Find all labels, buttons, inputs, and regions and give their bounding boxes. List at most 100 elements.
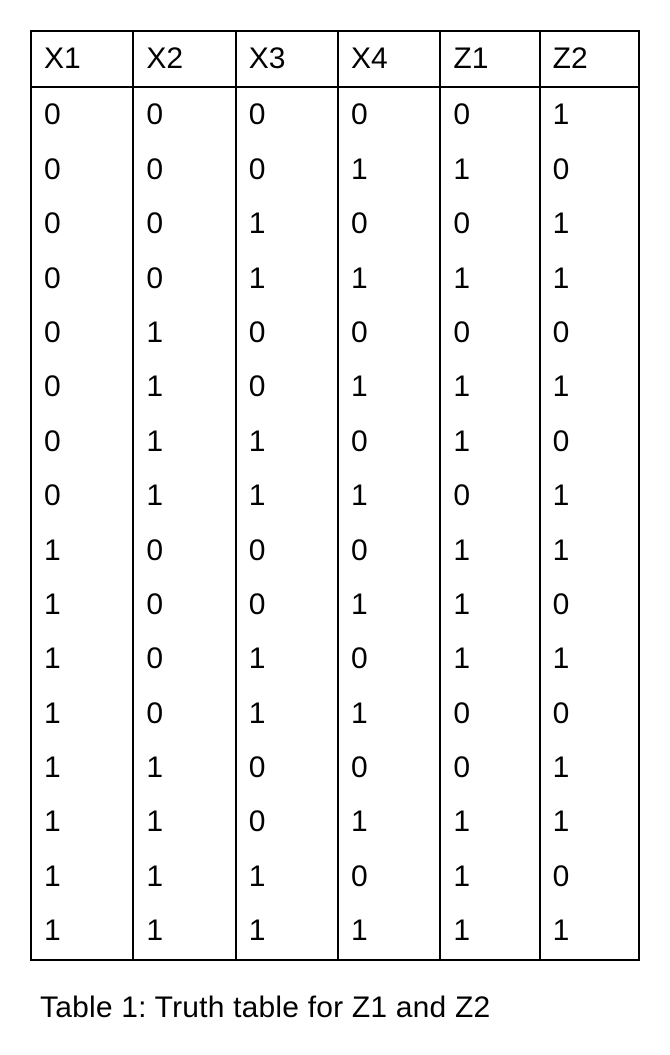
- cell: 0: [31, 469, 133, 523]
- cell: 0: [236, 524, 338, 578]
- table-row: 1 1 0 1 1 1: [31, 795, 639, 849]
- cell: 0: [338, 524, 440, 578]
- cell: 1: [236, 252, 338, 306]
- table-row: 0 0 0 0 0 1: [31, 87, 639, 142]
- cell: 0: [440, 741, 539, 795]
- cell: 1: [540, 904, 639, 959]
- cell: 1: [133, 850, 235, 904]
- cell: 0: [133, 87, 235, 142]
- cell: 0: [338, 306, 440, 360]
- cell: 1: [338, 469, 440, 523]
- cell: 0: [31, 197, 133, 251]
- cell: 0: [236, 143, 338, 197]
- cell: 1: [236, 904, 338, 959]
- table-row: 0 0 1 0 0 1: [31, 197, 639, 251]
- cell: 0: [540, 143, 639, 197]
- cell: 0: [236, 306, 338, 360]
- cell: 0: [338, 415, 440, 469]
- cell: 0: [540, 415, 639, 469]
- cell: 1: [31, 904, 133, 959]
- cell: 0: [440, 306, 539, 360]
- cell: 1: [236, 415, 338, 469]
- cell: 0: [31, 252, 133, 306]
- cell: 0: [338, 87, 440, 142]
- cell: 1: [338, 578, 440, 632]
- table-row: 1 0 1 0 1 1: [31, 632, 639, 686]
- cell: 1: [236, 850, 338, 904]
- cell: 1: [133, 741, 235, 795]
- cell: 1: [236, 197, 338, 251]
- truth-table: X1 X2 X3 X4 Z1 Z2 0 0 0 0 0 1 0 0 0 1 1 …: [30, 30, 640, 961]
- table-row: 1 0 1 1 0 0: [31, 687, 639, 741]
- table-row: 1 1 1 1 1 1: [31, 904, 639, 959]
- cell: 0: [236, 795, 338, 849]
- cell: 1: [540, 197, 639, 251]
- col-header: X4: [338, 31, 440, 87]
- cell: 0: [540, 687, 639, 741]
- cell: 0: [133, 252, 235, 306]
- cell: 0: [31, 360, 133, 414]
- col-header: Z1: [440, 31, 539, 87]
- table-caption: Table 1: Truth table for Z1 and Z2: [20, 991, 650, 1025]
- col-header: X3: [236, 31, 338, 87]
- cell: 0: [338, 197, 440, 251]
- table-row: 0 1 1 1 0 1: [31, 469, 639, 523]
- cell: 0: [540, 306, 639, 360]
- cell: 0: [31, 143, 133, 197]
- table-row: 0 1 1 0 1 0: [31, 415, 639, 469]
- table-row: 0 0 1 1 1 1: [31, 252, 639, 306]
- cell: 1: [31, 524, 133, 578]
- table-row: 1 1 0 0 0 1: [31, 741, 639, 795]
- cell: 1: [338, 360, 440, 414]
- cell: 1: [133, 469, 235, 523]
- cell: 0: [338, 632, 440, 686]
- cell: 1: [31, 741, 133, 795]
- table-body: 0 0 0 0 0 1 0 0 0 1 1 0 0 0 1 0 0 1 0 0 …: [31, 87, 639, 959]
- cell: 1: [440, 415, 539, 469]
- cell: 1: [133, 415, 235, 469]
- cell: 1: [540, 741, 639, 795]
- cell: 0: [440, 687, 539, 741]
- cell: 0: [236, 87, 338, 142]
- cell: 1: [31, 687, 133, 741]
- cell: 1: [540, 360, 639, 414]
- cell: 0: [133, 578, 235, 632]
- cell: 0: [133, 687, 235, 741]
- cell: 1: [540, 795, 639, 849]
- cell: 1: [540, 469, 639, 523]
- cell: 1: [440, 578, 539, 632]
- cell: 1: [236, 687, 338, 741]
- cell: 0: [133, 143, 235, 197]
- table-row: 1 1 1 0 1 0: [31, 850, 639, 904]
- cell: 1: [31, 850, 133, 904]
- cell: 1: [440, 360, 539, 414]
- table-row: 0 0 0 1 1 0: [31, 143, 639, 197]
- cell: 1: [338, 904, 440, 959]
- cell: 0: [440, 87, 539, 142]
- table-row: 0 1 0 0 0 0: [31, 306, 639, 360]
- cell: 1: [338, 252, 440, 306]
- cell: 0: [338, 850, 440, 904]
- cell: 1: [440, 632, 539, 686]
- cell: 1: [133, 306, 235, 360]
- cell: 1: [440, 795, 539, 849]
- cell: 1: [133, 795, 235, 849]
- cell: 0: [236, 360, 338, 414]
- col-header: Z2: [540, 31, 639, 87]
- cell: 1: [338, 795, 440, 849]
- cell: 1: [540, 524, 639, 578]
- cell: 0: [133, 632, 235, 686]
- table-row: 1 0 0 0 1 1: [31, 524, 639, 578]
- cell: 1: [440, 904, 539, 959]
- cell: 1: [31, 632, 133, 686]
- cell: 0: [236, 741, 338, 795]
- table-row: 0 1 0 1 1 1: [31, 360, 639, 414]
- cell: 0: [133, 524, 235, 578]
- cell: 1: [31, 795, 133, 849]
- cell: 1: [236, 632, 338, 686]
- cell: 1: [440, 524, 539, 578]
- cell: 0: [540, 850, 639, 904]
- cell: 1: [133, 360, 235, 414]
- cell: 0: [440, 469, 539, 523]
- cell: 1: [540, 632, 639, 686]
